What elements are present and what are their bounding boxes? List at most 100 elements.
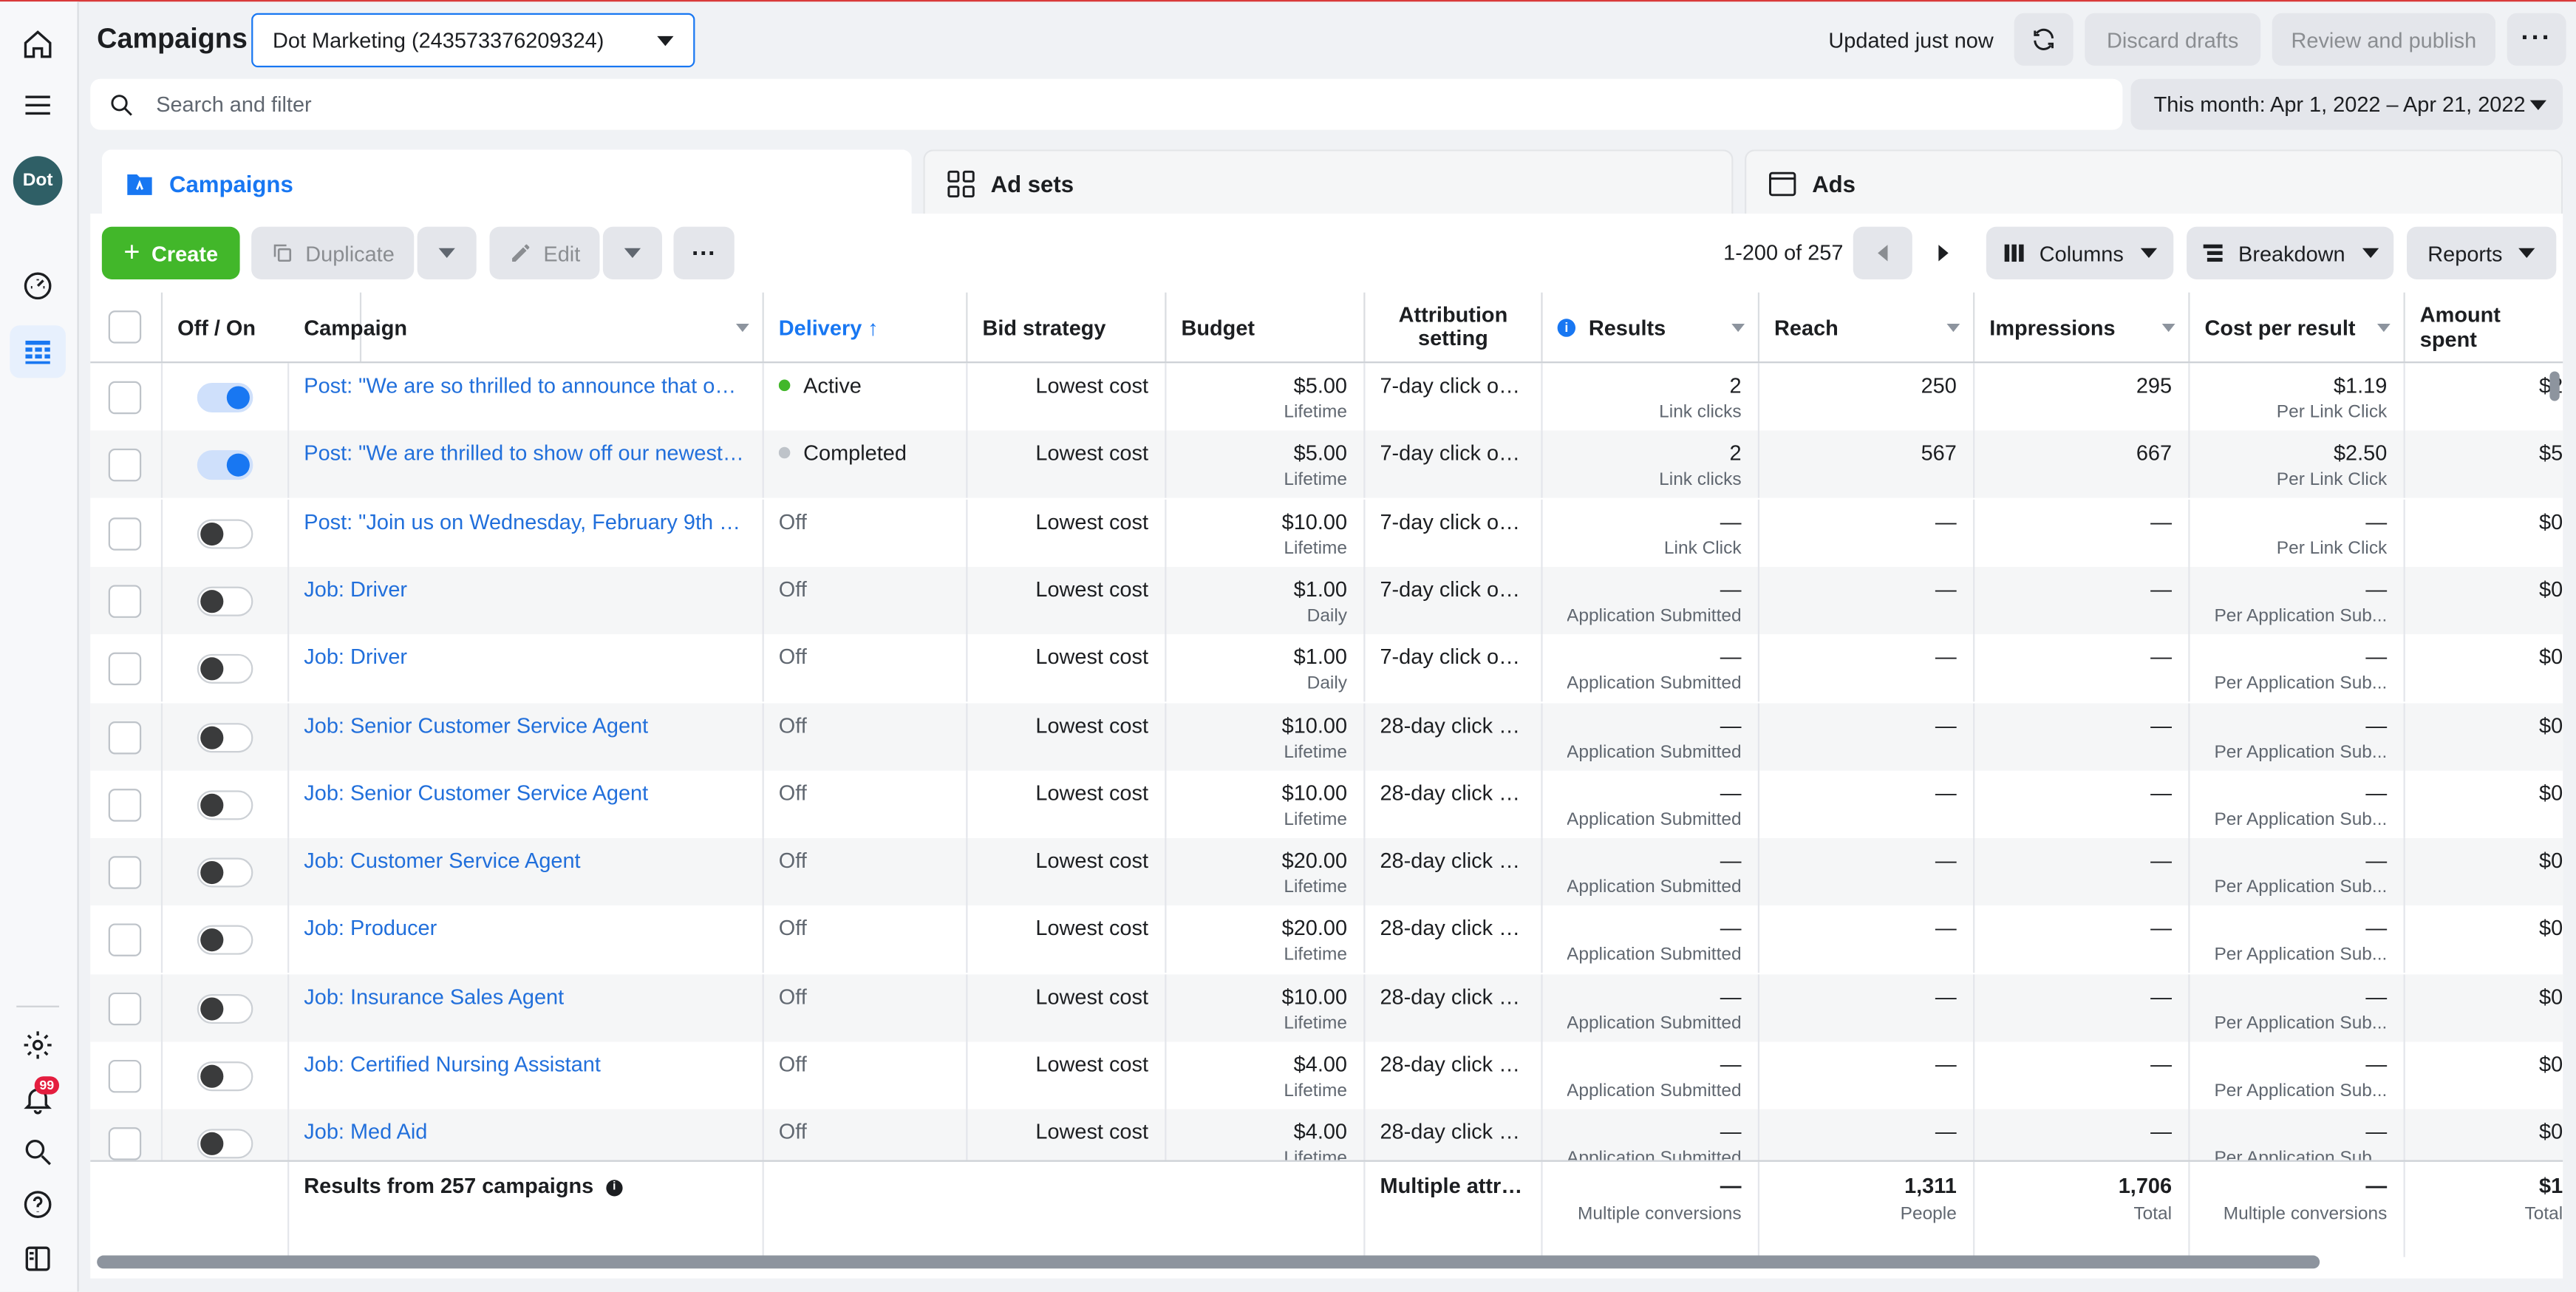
refresh-button[interactable] — [2014, 13, 2074, 66]
info-icon[interactable]: i — [606, 1179, 623, 1196]
column-header-reach[interactable]: Reach — [1759, 292, 1975, 362]
select-all-checkbox[interactable] — [108, 310, 142, 344]
row-select-checkbox[interactable] — [108, 585, 142, 618]
table-row[interactable]: Job: Driver Off Lowest cost $1.00 Daily 7-day… — [90, 634, 2563, 702]
campaign-name-link[interactable]: Post: "We are so thrilled to announce th… — [304, 373, 746, 398]
column-header-amount-spent[interactable]: Amount spent — [2405, 293, 2563, 361]
discard-drafts-button[interactable]: Discard drafts — [2085, 13, 2261, 66]
vertical-scrollbar[interactable] — [2549, 371, 2560, 401]
campaign-name-link[interactable]: Job: Certified Nursing Assistant — [304, 1052, 746, 1076]
campaign-on-off-toggle[interactable] — [197, 789, 253, 820]
campaign-on-off-toggle[interactable] — [197, 1061, 253, 1092]
search-icon[interactable] — [10, 1126, 66, 1178]
campaign-on-off-toggle[interactable] — [197, 925, 253, 956]
campaign-name-link[interactable]: Job: Producer — [304, 916, 746, 940]
plus-icon: + — [123, 237, 140, 268]
table-row[interactable]: Job: Certified Nursing Assistant Off Lowes… — [90, 1041, 2563, 1109]
budget-value: $1.00 — [1293, 644, 1348, 670]
settings-gear-icon[interactable] — [10, 1019, 66, 1071]
column-header-budget[interactable]: Budget — [1166, 292, 1366, 362]
table-row[interactable]: Job: Customer Service Agent Off Lowest cos… — [90, 838, 2563, 906]
table-row[interactable]: Job: Insurance Sales Agent Off Lowest cost… — [90, 973, 2563, 1041]
table-row[interactable]: Job: Senior Customer Service Agent Off Low… — [90, 702, 2563, 770]
campaign-name-link[interactable]: Job: Driver — [304, 645, 746, 669]
column-header-attribution[interactable]: Attribution setting — [1365, 292, 1543, 362]
campaign-name-link[interactable]: Job: Insurance Sales Agent — [304, 984, 746, 1008]
ad-account-selector[interactable]: Dot Marketing (243573376209324) — [251, 13, 695, 68]
row-select-checkbox[interactable] — [108, 1127, 142, 1161]
duplicate-button[interactable]: Duplicate — [251, 226, 415, 279]
table-row[interactable]: Job: Producer Off Lowest cost $20.00 Lifetim… — [90, 905, 2563, 974]
row-select-checkbox[interactable] — [108, 788, 142, 822]
tab-ads[interactable]: Ads — [1745, 149, 2563, 216]
more-actions-button[interactable]: ··· — [673, 226, 735, 279]
row-select-checkbox[interactable] — [108, 856, 142, 889]
tab-ad-sets[interactable]: Ad sets — [923, 149, 1734, 216]
campaigns-table-icon[interactable] — [10, 325, 66, 378]
column-header-cost-per-result[interactable]: Cost per result — [2190, 292, 2405, 362]
duplicate-dropdown-button[interactable] — [417, 226, 477, 279]
campaign-on-off-toggle[interactable] — [197, 450, 253, 480]
row-select-checkbox[interactable] — [108, 924, 142, 957]
tab-campaigns[interactable]: Campaigns — [101, 149, 912, 216]
row-select-checkbox[interactable] — [108, 517, 142, 550]
home-icon[interactable] — [10, 18, 66, 70]
summary-impressions: 1,706 — [2118, 1173, 2173, 1198]
side-panel-toggle-icon[interactable] — [10, 1232, 66, 1285]
table-row[interactable]: Post: "Join us on Wednesday, February 9t… — [90, 498, 2563, 567]
results-type: Application Submitted — [1567, 1013, 1742, 1033]
campaign-on-off-toggle[interactable] — [197, 1129, 253, 1160]
campaign-on-off-toggle[interactable] — [197, 993, 253, 1024]
search-input[interactable] — [156, 92, 1963, 117]
row-select-checkbox[interactable] — [108, 1059, 142, 1093]
campaign-on-off-toggle[interactable] — [197, 586, 253, 616]
campaign-name-link[interactable]: Job: Senior Customer Service Agent — [304, 781, 746, 805]
date-range-picker[interactable]: This month: Apr 1, 2022 – Apr 21, 2022 — [2130, 78, 2563, 130]
menu-icon[interactable] — [10, 79, 66, 132]
table-row[interactable]: Job: Senior Customer Service Agent Off Low… — [90, 770, 2563, 838]
table-row[interactable]: Job: Driver Off Lowest cost $1.00 Daily 7-day… — [90, 566, 2563, 634]
edit-dropdown-button[interactable] — [602, 226, 662, 279]
dashboard-gauge-icon[interactable] — [10, 259, 66, 312]
account-avatar[interactable]: Dot — [13, 156, 63, 205]
campaign-on-off-toggle[interactable] — [197, 383, 253, 413]
campaign-name-link[interactable]: Job: Senior Customer Service Agent — [304, 713, 746, 737]
reports-button[interactable]: Reports — [2406, 226, 2557, 279]
row-select-checkbox[interactable] — [108, 992, 142, 1025]
next-page-button[interactable] — [1914, 227, 1973, 279]
review-and-publish-button[interactable]: Review and publish — [2272, 13, 2496, 66]
column-header-bid-strategy[interactable]: Bid strategy — [967, 292, 1167, 362]
search-and-filter-bar[interactable] — [90, 78, 2123, 130]
edit-button[interactable]: Edit — [489, 226, 600, 279]
row-select-checkbox[interactable] — [108, 381, 142, 415]
campaign-name-link[interactable]: Job: Med Aid — [304, 1120, 746, 1144]
columns-button[interactable]: Columns — [1986, 226, 2174, 279]
campaign-name-link[interactable]: Job: Driver — [304, 577, 746, 601]
campaign-on-off-toggle[interactable] — [197, 857, 253, 888]
help-icon[interactable] — [10, 1178, 66, 1231]
campaign-on-off-toggle[interactable] — [197, 518, 253, 548]
toggle-knob — [200, 1064, 224, 1088]
campaign-on-off-toggle[interactable] — [197, 654, 253, 684]
column-header-campaign[interactable]: Campaign — [289, 292, 764, 362]
campaign-name-link[interactable]: Job: Customer Service Agent — [304, 848, 746, 872]
chevron-right-icon — [1938, 245, 1949, 262]
row-select-checkbox[interactable] — [108, 449, 142, 483]
attribution-setting: 7-day click or ... — [1380, 644, 1525, 670]
budget-type: Lifetime — [1284, 1013, 1348, 1033]
row-select-checkbox[interactable] — [108, 720, 142, 754]
more-options-button[interactable]: ··· — [2507, 13, 2566, 66]
column-header-results[interactable]: i Results — [1543, 292, 1760, 362]
column-header-impressions[interactable]: Impressions — [1974, 292, 2190, 362]
table-row[interactable]: Post: "We are so thrilled to announce th… — [90, 363, 2563, 431]
table-row[interactable]: Post: "We are thrilled to show off our n… — [90, 431, 2563, 499]
column-header-delivery[interactable]: Delivery ↑ — [764, 292, 968, 362]
horizontal-scrollbar[interactable] — [97, 1255, 2320, 1269]
previous-page-button[interactable] — [1853, 226, 1912, 279]
campaign-on-off-toggle[interactable] — [197, 722, 253, 752]
create-button[interactable]: + Create — [101, 226, 240, 279]
campaign-name-link[interactable]: Post: "Join us on Wednesday, February 9t… — [304, 509, 746, 533]
row-select-checkbox[interactable] — [108, 653, 142, 686]
breakdown-button[interactable]: Breakdown — [2187, 226, 2394, 279]
campaign-name-link[interactable]: Post: "We are thrilled to show off our n… — [304, 441, 746, 465]
